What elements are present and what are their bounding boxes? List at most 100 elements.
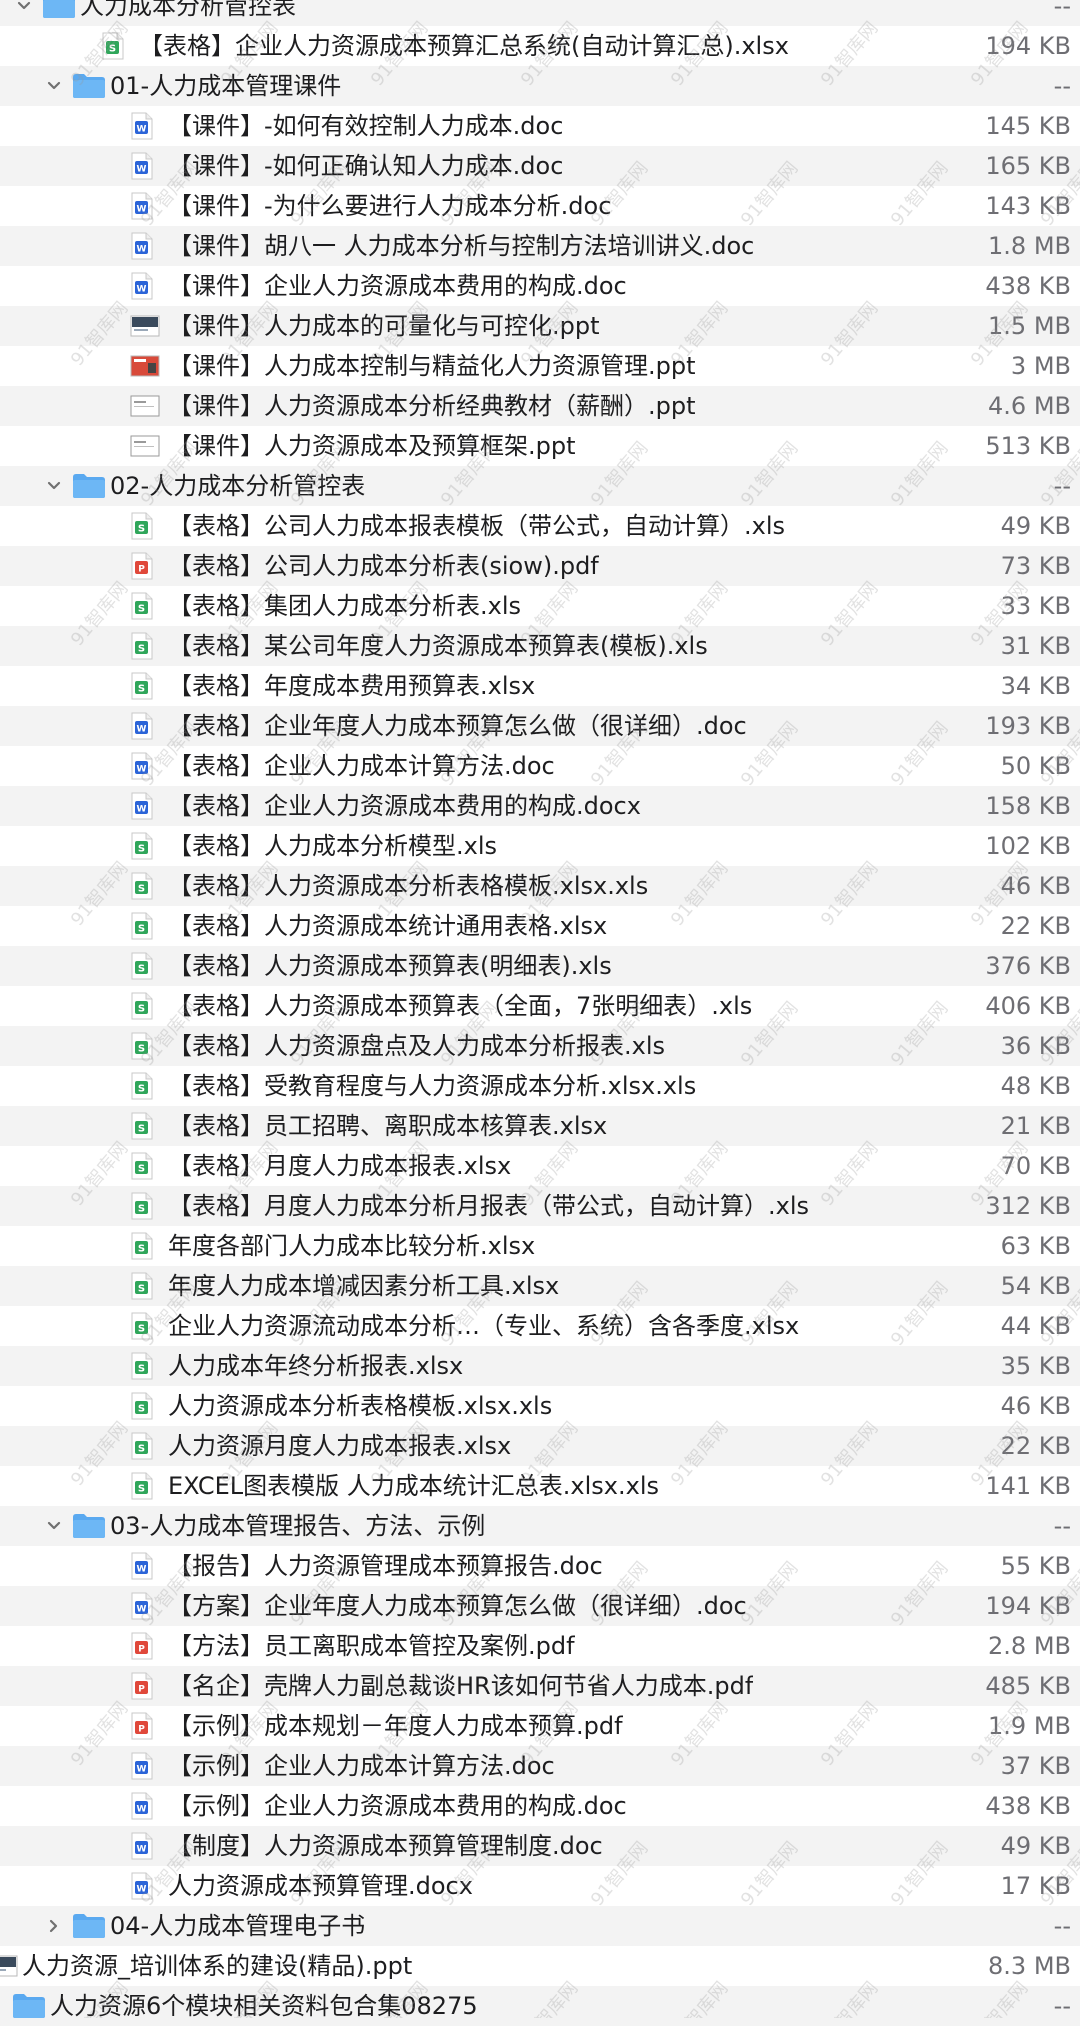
item-size: 70 KB <box>1000 1152 1071 1180</box>
file-row[interactable]: W 【表格】企业人力成本计算方法.doc 50 KB <box>0 746 1080 786</box>
file-row[interactable]: W 【制度】人力资源成本预算管理制度.doc 49 KB <box>0 1826 1080 1866</box>
spreadsheet-file-icon: S <box>130 592 154 620</box>
file-row[interactable]: W 【课件】-如何有效控制人力成本.doc 145 KB <box>0 106 1080 146</box>
folder-row[interactable]: 04-人力成本管理电子书 -- <box>0 1906 1080 1946</box>
file-row[interactable]: S EXCEL图表模版 人力成本统计汇总表.xlsx.xls 141 KB <box>0 1466 1080 1506</box>
file-row[interactable]: W 【课件】胡八一 人力成本分析与控制方法培训讲义.doc 1.8 MB <box>0 226 1080 266</box>
item-name: 人力资源6个模块相关资料包合集08275 <box>50 1992 478 2020</box>
folder-row[interactable]: 01-人力成本管理课件 -- <box>0 66 1080 106</box>
word-document-icon: W <box>130 112 154 140</box>
file-row[interactable]: S 年度各部门人力成本比较分析.xlsx 63 KB <box>0 1226 1080 1266</box>
file-row[interactable]: W 【课件】-如何正确认知人力成本.doc 165 KB <box>0 146 1080 186</box>
word-document-icon: W <box>130 1552 154 1580</box>
file-row[interactable]: 【课件】人力资源成本分析经典教材（薪酬）.ppt 4.6 MB <box>0 386 1080 426</box>
file-row[interactable]: P 【示例】成本规划－年度人力成本预算.pdf 1.9 MB <box>0 1706 1080 1746</box>
item-size: 21 KB <box>1000 1112 1071 1140</box>
presentation-file-icon <box>130 312 160 340</box>
file-row[interactable]: S 【表格】人力资源盘点及人力成本分析报表.xls 36 KB <box>0 1026 1080 1066</box>
folder-row[interactable]: 人力资源6个模块相关资料包合集08275 -- <box>0 1986 1080 2026</box>
file-row[interactable]: S 【表格】月度人力成本报表.xlsx 70 KB <box>0 1146 1080 1186</box>
chevron-down-icon[interactable] <box>42 474 66 498</box>
file-row[interactable]: W 【课件】-为什么要进行人力成本分析.doc 143 KB <box>0 186 1080 226</box>
spreadsheet-file-icon: S <box>130 1032 154 1060</box>
chevron-right-icon[interactable] <box>0 1994 6 2018</box>
item-size: 141 KB <box>985 1472 1071 1500</box>
file-row[interactable]: S 【表格】企业人力资源成本预算汇总系统(自动计算汇总).xlsx 194 KB <box>0 26 1080 66</box>
word-document-icon: W <box>130 1832 154 1860</box>
item-name: 【方案】企业年度人力成本预算怎么做（很详细）.doc <box>168 1592 747 1620</box>
file-row[interactable]: S 【表格】人力资源成本统计通用表格.xlsx 22 KB <box>0 906 1080 946</box>
word-document-icon: W <box>130 792 154 820</box>
file-row[interactable]: P 【方法】员工离职成本管控及案例.pdf 2.8 MB <box>0 1626 1080 1666</box>
svg-text:S: S <box>138 924 145 935</box>
file-row[interactable]: W 【示例】企业人力资源成本费用的构成.doc 438 KB <box>0 1786 1080 1826</box>
item-name: 04-人力成本管理电子书 <box>110 1912 366 1940</box>
file-row[interactable]: S 【表格】公司人力成本报表模板（带公式，自动计算）.xls 49 KB <box>0 506 1080 546</box>
file-row[interactable]: W 【表格】企业人力资源成本费用的构成.docx 158 KB <box>0 786 1080 826</box>
item-name: 【表格】月度人力成本报表.xlsx <box>168 1152 512 1180</box>
word-document-icon: W <box>130 712 154 740</box>
item-name: 【课件】-如何正确认知人力成本.doc <box>168 152 564 180</box>
file-row[interactable]: W 【方案】企业年度人力成本预算怎么做（很详细）.doc 194 KB <box>0 1586 1080 1626</box>
file-row[interactable]: S 【表格】月度人力成本分析月报表（带公式，自动计算）.xls 312 KB <box>0 1186 1080 1226</box>
file-row[interactable]: S 【表格】某公司年度人力资源成本预算表(模板).xls 31 KB <box>0 626 1080 666</box>
file-row[interactable]: S 【表格】人力成本分析模型.xls 102 KB <box>0 826 1080 866</box>
file-row[interactable]: S 人力成本年终分析报表.xlsx 35 KB <box>0 1346 1080 1386</box>
svg-text:W: W <box>137 805 147 815</box>
file-row[interactable]: S 【表格】人力资源成本预算表(明细表).xls 376 KB <box>0 946 1080 986</box>
svg-text:W: W <box>137 1605 147 1615</box>
file-row[interactable]: W 【示例】企业人力成本计算方法.doc 37 KB <box>0 1746 1080 1786</box>
svg-text:S: S <box>138 604 145 615</box>
chevron-down-icon[interactable] <box>42 1514 66 1538</box>
item-size: -- <box>1053 72 1071 100</box>
file-row[interactable]: S 企业人力资源流动成本分析…（专业、系统）含各季度.xlsx 44 KB <box>0 1306 1080 1346</box>
item-size: 49 KB <box>1000 512 1071 540</box>
item-size: 1.9 MB <box>988 1712 1071 1740</box>
item-size: 102 KB <box>985 832 1071 860</box>
item-name: 人力成本分析管控表 <box>80 0 296 20</box>
svg-text:S: S <box>138 844 145 855</box>
file-row[interactable]: S 【表格】员工招聘、离职成本核算表.xlsx 21 KB <box>0 1106 1080 1146</box>
file-row[interactable]: S 年度人力成本增减因素分析工具.xlsx 54 KB <box>0 1266 1080 1306</box>
presentation-file-icon <box>0 1952 18 1980</box>
spreadsheet-file-icon: S <box>130 912 154 940</box>
folder-row[interactable]: 人力成本分析管控表 -- <box>0 0 1080 26</box>
file-row[interactable]: W 【课件】企业人力资源成本费用的构成.doc 438 KB <box>0 266 1080 306</box>
file-row[interactable]: S 人力资源成本分析表格模板.xlsx.xls 46 KB <box>0 1386 1080 1426</box>
chevron-down-icon[interactable] <box>12 0 36 18</box>
file-row[interactable]: P 【名企】壳牌人力副总裁谈HR该如何节省人力成本.pdf 485 KB <box>0 1666 1080 1706</box>
item-size: 35 KB <box>1000 1352 1071 1380</box>
file-row[interactable]: W 【报告】人力资源管理成本预算报告.doc 55 KB <box>0 1546 1080 1586</box>
file-row[interactable]: S 【表格】人力资源成本预算表（全面，7张明细表）.xls 406 KB <box>0 986 1080 1026</box>
item-size: 49 KB <box>1000 1832 1071 1860</box>
item-name: 年度人力成本增减因素分析工具.xlsx <box>168 1272 560 1300</box>
chevron-down-icon[interactable] <box>42 74 66 98</box>
file-row[interactable]: S 【表格】受教育程度与人力资源成本分析.xlsx.xls 48 KB <box>0 1066 1080 1106</box>
chevron-right-icon[interactable] <box>42 1914 66 1938</box>
file-row[interactable]: S 【表格】人力资源成本分析表格模板.xlsx.xls 46 KB <box>0 866 1080 906</box>
file-row[interactable]: 【课件】人力成本控制与精益化人力资源管理.ppt 3 MB <box>0 346 1080 386</box>
file-row[interactable]: P 【表格】公司人力成本分析表(siow).pdf 73 KB <box>0 546 1080 586</box>
svg-text:S: S <box>138 1084 145 1095</box>
file-row[interactable]: 人力资源_培训体系的建设(精品).ppt 8.3 MB <box>0 1946 1080 1986</box>
item-size: 143 KB <box>985 192 1071 220</box>
file-row[interactable]: W 人力资源成本预算管理.docx 17 KB <box>0 1866 1080 1906</box>
word-document-icon: W <box>130 752 154 780</box>
item-size: 3 MB <box>1010 352 1071 380</box>
folder-row[interactable]: 03-人力成本管理报告、方法、示例 -- <box>0 1506 1080 1546</box>
file-row[interactable]: 【课件】人力成本的可量化与可控化.ppt 1.5 MB <box>0 306 1080 346</box>
item-size: 46 KB <box>1000 872 1071 900</box>
item-name: 【表格】受教育程度与人力资源成本分析.xlsx.xls <box>168 1072 697 1100</box>
svg-text:W: W <box>137 125 147 135</box>
item-size: 33 KB <box>1000 592 1071 620</box>
item-size: 165 KB <box>985 152 1071 180</box>
file-row[interactable]: S 人力资源月度人力成本报表.xlsx 22 KB <box>0 1426 1080 1466</box>
file-row[interactable]: S 【表格】集团人力成本分析表.xls 33 KB <box>0 586 1080 626</box>
file-row[interactable]: S 【表格】年度成本费用预算表.xlsx 34 KB <box>0 666 1080 706</box>
folder-row[interactable]: 02-人力成本分析管控表 -- <box>0 466 1080 506</box>
item-name: 【示例】成本规划－年度人力成本预算.pdf <box>168 1712 623 1740</box>
word-document-icon: W <box>130 1792 154 1820</box>
file-row[interactable]: 【课件】人力资源成本及预算框架.ppt 513 KB <box>0 426 1080 466</box>
item-name: 人力成本年终分析报表.xlsx <box>168 1352 464 1380</box>
file-row[interactable]: W 【表格】企业年度人力成本预算怎么做（很详细）.doc 193 KB <box>0 706 1080 746</box>
